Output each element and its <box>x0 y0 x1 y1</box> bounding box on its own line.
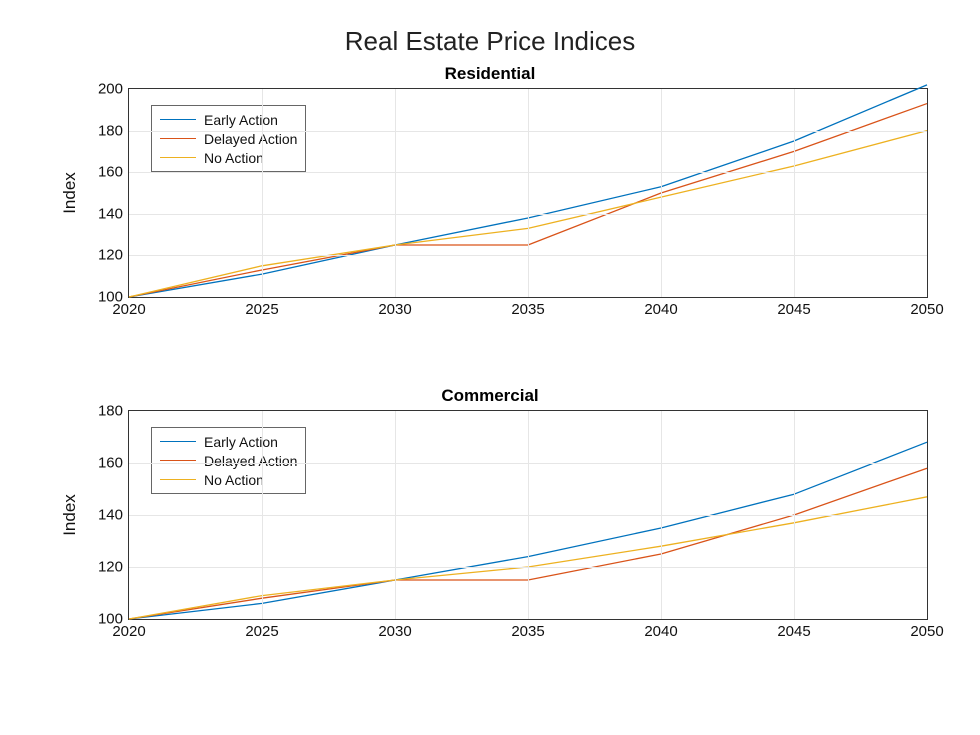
legend-entry: No Action <box>160 470 297 489</box>
x-tick-label: 2025 <box>245 623 278 640</box>
legend-label: Delayed Action <box>204 453 297 469</box>
y-tick-label: 140 <box>98 507 123 524</box>
axes-residential: Early ActionDelayed ActionNo Action 2020… <box>128 88 928 298</box>
x-tick-label: 2035 <box>511 623 544 640</box>
y-tick-label: 140 <box>98 205 123 222</box>
subplot-title-residential: Residential <box>0 64 980 84</box>
x-tick-label: 2035 <box>511 301 544 318</box>
grid-line <box>129 255 927 256</box>
legend-entry: Delayed Action <box>160 451 297 470</box>
y-tick-label: 180 <box>98 403 123 420</box>
legend-swatch <box>160 479 196 480</box>
legend-label: Early Action <box>204 434 278 450</box>
y-tick-label: 100 <box>98 289 123 306</box>
legend-swatch <box>160 138 196 139</box>
legend-label: No Action <box>204 150 264 166</box>
grid-line <box>262 89 263 297</box>
ylabel-commercial: Index <box>60 494 80 536</box>
legend-residential: Early Action Delayed Action No Action <box>151 105 306 172</box>
legend-swatch <box>160 441 196 442</box>
y-tick-label: 180 <box>98 122 123 139</box>
legend-entry: Early Action <box>160 110 297 129</box>
legend-swatch <box>160 460 196 461</box>
y-tick-label: 160 <box>98 455 123 472</box>
grid-line <box>129 131 927 132</box>
grid-line <box>129 515 927 516</box>
y-tick-label: 120 <box>98 559 123 576</box>
legend-swatch <box>160 157 196 158</box>
legend-commercial: Early Action Delayed Action No Action <box>151 427 306 494</box>
x-tick-label: 2040 <box>644 623 677 640</box>
legend-entry: No Action <box>160 148 297 167</box>
y-tick-label: 120 <box>98 247 123 264</box>
x-tick-label: 2045 <box>777 301 810 318</box>
subplot-title-commercial: Commercial <box>0 386 980 406</box>
grid-line <box>395 89 396 297</box>
legend-label: Delayed Action <box>204 131 297 147</box>
legend-label: Early Action <box>204 112 278 128</box>
legend-label: No Action <box>204 472 264 488</box>
legend-entry: Delayed Action <box>160 129 297 148</box>
grid-line <box>661 89 662 297</box>
x-tick-label: 2030 <box>378 301 411 318</box>
y-tick-label: 100 <box>98 611 123 628</box>
grid-line <box>129 214 927 215</box>
x-tick-label: 2030 <box>378 623 411 640</box>
ylabel-residential: Index <box>60 172 80 214</box>
x-tick-label: 2040 <box>644 301 677 318</box>
legend-swatch <box>160 119 196 120</box>
x-tick-label: 2050 <box>910 301 943 318</box>
grid-line <box>129 172 927 173</box>
figure-title: Real Estate Price Indices <box>0 26 980 57</box>
grid-line <box>794 89 795 297</box>
y-tick-label: 160 <box>98 164 123 181</box>
x-tick-label: 2045 <box>777 623 810 640</box>
x-tick-label: 2050 <box>910 623 943 640</box>
legend-entry: Early Action <box>160 432 297 451</box>
y-tick-label: 200 <box>98 81 123 98</box>
figure: Real Estate Price Indices Residential Ea… <box>0 0 980 735</box>
grid-line <box>129 567 927 568</box>
axes-commercial: Early ActionDelayed ActionNo Action 2020… <box>128 410 928 620</box>
grid-line <box>528 89 529 297</box>
x-tick-label: 2025 <box>245 301 278 318</box>
grid-line <box>129 463 927 464</box>
